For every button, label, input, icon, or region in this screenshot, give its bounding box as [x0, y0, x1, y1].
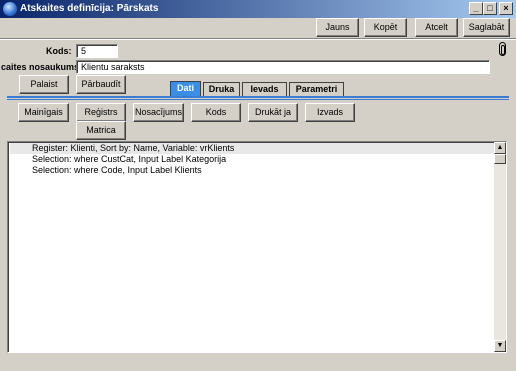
check-button[interactable]: Pārbaudīt — [76, 75, 126, 94]
copy-button[interactable]: Kopēt — [364, 18, 407, 37]
print-if-button[interactable]: Drukāt ja — [248, 103, 298, 122]
toolbar-divider — [0, 38, 516, 40]
tab-underline-secondary — [7, 99, 509, 100]
tab-underline — [7, 96, 509, 98]
code-button[interactable]: Kods — [191, 103, 241, 122]
matrix-button[interactable]: Matrica — [76, 121, 126, 140]
name-label: caites nosaukums: — [1, 62, 83, 72]
condition-button[interactable]: Nosacījums — [133, 103, 184, 122]
tab-input[interactable]: Ievads — [242, 82, 287, 97]
save-button[interactable]: Saglabāt — [463, 18, 510, 37]
code-label: Kods: — [46, 46, 72, 56]
maximize-button[interactable]: □ — [483, 2, 497, 15]
run-button[interactable]: Palaist — [19, 75, 69, 94]
app-icon — [3, 2, 17, 16]
code-field[interactable]: 5 — [76, 44, 118, 58]
title-bar: Atskaites definīcija: Pārskats _ □ × — [0, 0, 516, 18]
minimize-button[interactable]: _ — [469, 2, 483, 15]
variable-button[interactable]: Mainīgais — [18, 103, 69, 122]
list-item[interactable]: Register: Klienti, Sort by: Name, Variab… — [10, 143, 498, 154]
scroll-thumb[interactable] — [494, 154, 506, 164]
new-button[interactable]: Jauns — [316, 18, 359, 37]
vertical-scrollbar[interactable]: ▲ ▼ — [494, 142, 506, 352]
window-title: Atskaites definīcija: Pārskats — [20, 3, 159, 14]
list-item[interactable]: Selection: where CustCat, Input Label Ka… — [32, 154, 226, 165]
close-button[interactable]: × — [499, 2, 513, 15]
scroll-down-icon[interactable]: ▼ — [494, 340, 506, 352]
scroll-up-icon[interactable]: ▲ — [494, 142, 506, 154]
tab-data[interactable]: Dati — [170, 81, 201, 97]
tab-print[interactable]: Druka — [203, 82, 240, 97]
tab-parameters[interactable]: Parametri — [289, 82, 344, 97]
register-button[interactable]: Reģistrs — [76, 103, 126, 122]
output-button[interactable]: Izvads — [305, 103, 355, 122]
name-field[interactable]: Klientu saraksts — [76, 60, 490, 74]
definition-list[interactable]: Register: Klienti, Sort by: Name, Variab… — [7, 141, 507, 353]
attachment-icon[interactable] — [499, 42, 506, 56]
list-item[interactable]: Selection: where Code, Input Label Klien… — [32, 165, 202, 176]
cancel-button[interactable]: Atcelt — [415, 18, 458, 37]
